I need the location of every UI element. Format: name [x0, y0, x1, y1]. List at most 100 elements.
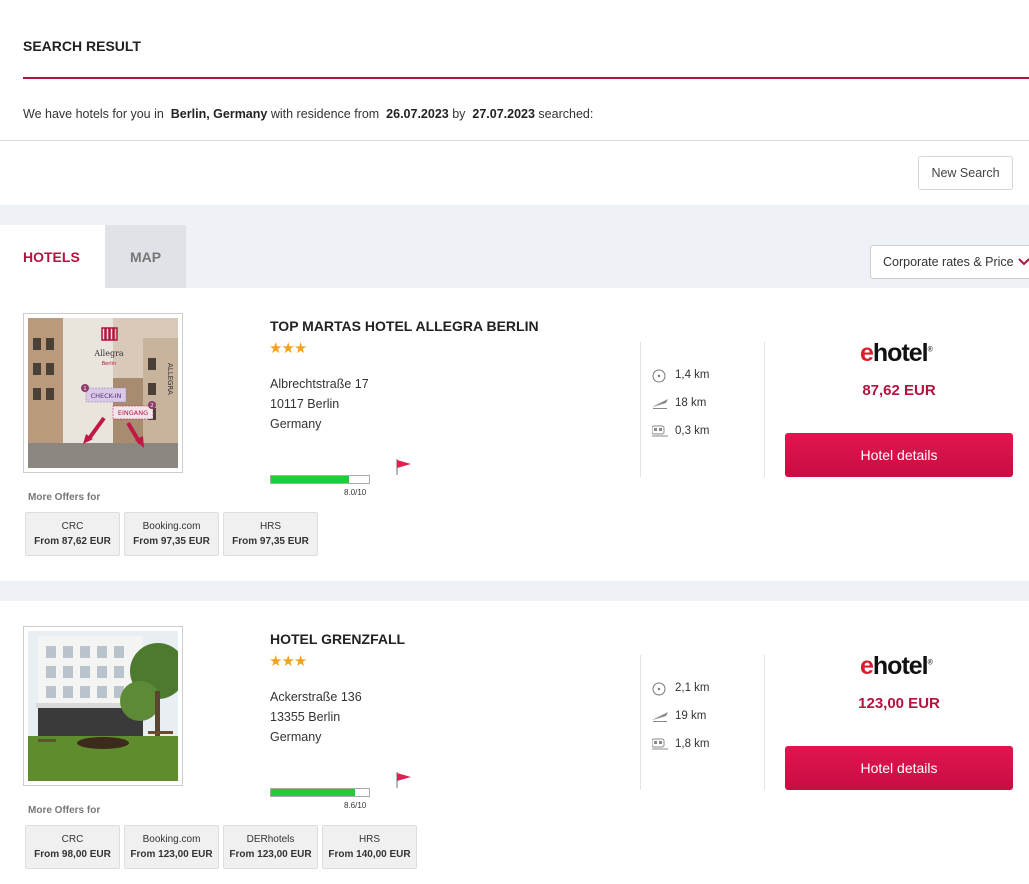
offer-price: From 97,35 EUR [232, 536, 309, 547]
logo-mark: ® [927, 659, 933, 667]
address-city: 13355 Berlin [270, 710, 341, 724]
guest-rating-text: 8.6/10 [344, 801, 367, 810]
offer-provider: DERhotels [246, 834, 295, 845]
hotel-name[interactable]: TOP MARTAS HOTEL ALLEGRA BERLIN [270, 318, 539, 334]
page-title: SEARCH RESULT [23, 38, 141, 54]
distance-value: 18 km [675, 397, 707, 409]
column-divider [764, 655, 765, 790]
logo-e: e [860, 339, 874, 367]
distance-value: 0,3 km [675, 425, 710, 437]
guest-rating-bar [270, 788, 370, 797]
address-city: 10117 Berlin [270, 397, 340, 411]
column-divider [764, 342, 765, 477]
distance-train: 1,8 km [651, 738, 710, 750]
offer-button-crc[interactable]: CRC From 98,00 EUR [25, 825, 120, 869]
offer-price: From 123,00 EUR [229, 849, 312, 860]
offer-provider: HRS [358, 834, 381, 845]
tab-hotels[interactable]: HOTELS [0, 225, 105, 288]
ehotel-logo: ehotel® [860, 652, 933, 681]
flag-icon[interactable] [395, 771, 413, 794]
hotel-photo[interactable]: Allegra Berlin ALLEGRA CHECK-IN EINGANG … [23, 313, 183, 473]
city-center-icon [652, 682, 668, 696]
address-country: Germany [270, 417, 322, 431]
offer-button-hrs[interactable]: HRS From 140,00 EUR [322, 825, 417, 869]
summary-prefix: We have hotels for you in [23, 107, 164, 121]
offer-button-booking[interactable]: Booking.com From 123,00 EUR [124, 825, 219, 869]
hotel-name[interactable]: HOTEL GRENZFALL [270, 631, 405, 647]
guest-rating-fill [271, 476, 350, 483]
search-summary: We have hotels for you in Berlin, German… [23, 107, 593, 121]
offer-button-booking[interactable]: Booking.com From 97,35 EUR [124, 512, 219, 556]
distance-airport: 18 km [652, 397, 706, 409]
hotel-photo-image: Allegra Berlin ALLEGRA CHECK-IN EINGANG … [28, 318, 178, 468]
offer-button-hrs[interactable]: HRS From 97,35 EUR [223, 512, 318, 556]
logo-mark: ® [927, 346, 933, 354]
offer-button-derhotels[interactable]: DERhotels From 123,00 EUR [223, 825, 318, 869]
photo-facade-text: ALLEGRA [166, 363, 174, 395]
offer-button-crc[interactable]: CRC From 87,62 EUR [25, 512, 120, 556]
more-offers-label: More Offers for [28, 805, 101, 816]
column-divider [640, 342, 641, 477]
photo-step2-text: 2 [150, 403, 153, 409]
distance-airport: 19 km [652, 710, 706, 722]
title-divider [23, 77, 1029, 79]
photo-checkin-text: CHECK-IN [91, 392, 122, 400]
more-offers-label: More Offers for [28, 492, 101, 503]
logo-e: e [860, 652, 874, 680]
flag-icon[interactable] [395, 458, 413, 481]
hotel-details-button[interactable]: Hotel details [785, 433, 1013, 477]
offer-price: From 87,62 EUR [34, 536, 111, 547]
hotel-photo[interactable] [23, 626, 183, 786]
offer-provider: Booking.com [142, 521, 201, 532]
logo-rest: hotel [872, 339, 929, 367]
address-street: Albrechtstraße 17 [270, 377, 369, 391]
hotel-address: Albrechtstraße 17 10117 Berlin Germany [270, 374, 369, 434]
distance-value: 1,4 km [675, 369, 710, 381]
offer-provider: HRS [259, 521, 282, 532]
offer-provider: CRC [61, 521, 84, 532]
hotel-card: More Offers for CRC From 98,00 EUR Booki… [0, 601, 1029, 884]
offer-provider: CRC [61, 834, 84, 845]
summary-by: by [452, 107, 466, 121]
train-icon [651, 738, 668, 750]
photo-brand-text: Allegra [93, 349, 124, 358]
summary-suffix: searched: [538, 107, 594, 121]
sort-selected-label: Corporate rates & Price [883, 255, 1014, 269]
summary-date-to: 27.07.2023 [472, 107, 535, 121]
guest-rating-fill [271, 789, 356, 796]
offer-price: From 98,00 EUR [34, 849, 111, 860]
photo-entrance-text: EINGANG [118, 409, 148, 417]
address-country: Germany [270, 730, 322, 744]
star-rating: ★★★ [269, 653, 307, 670]
train-icon [651, 425, 668, 437]
hotel-address: Ackerstraße 136 13355 Berlin Germany [270, 687, 362, 747]
new-search-button[interactable]: New Search [918, 156, 1013, 190]
distance-value: 1,8 km [675, 738, 710, 750]
tab-map[interactable]: MAP [105, 225, 186, 288]
airport-icon [652, 397, 668, 409]
offer-price: From 140,00 EUR [328, 849, 411, 860]
chevron-down-icon [1017, 255, 1029, 269]
summary-location: Berlin, Germany [170, 107, 268, 121]
photo-city-text: Berlin [102, 361, 117, 367]
photo-step1-text: 1 [83, 386, 86, 392]
offer-price: From 123,00 EUR [130, 849, 213, 860]
distance-value: 19 km [675, 710, 707, 722]
ehotel-logo: ehotel® [860, 339, 933, 368]
hotel-card: Allegra Berlin ALLEGRA CHECK-IN EINGANG … [0, 288, 1029, 581]
distance-city-center: 1,4 km [652, 369, 710, 383]
star-rating: ★★★ [269, 340, 307, 357]
distance-value: 2,1 km [675, 682, 710, 694]
hotel-price: 87,62 EUR [862, 382, 936, 399]
hotel-details-button[interactable]: Hotel details [785, 746, 1013, 790]
hotel-photo-image [28, 631, 178, 781]
sort-select[interactable]: Corporate rates & Price [870, 245, 1029, 279]
guest-rating-bar [270, 475, 370, 484]
guest-rating-text: 8.0/10 [344, 488, 367, 497]
offer-provider: Booking.com [142, 834, 201, 845]
offer-price: From 97,35 EUR [133, 536, 210, 547]
summary-mid: with residence from [270, 107, 380, 121]
search-header: SEARCH RESULT We have hotels for you in … [0, 0, 1029, 205]
address-street: Ackerstraße 136 [270, 690, 362, 704]
column-divider [640, 655, 641, 790]
